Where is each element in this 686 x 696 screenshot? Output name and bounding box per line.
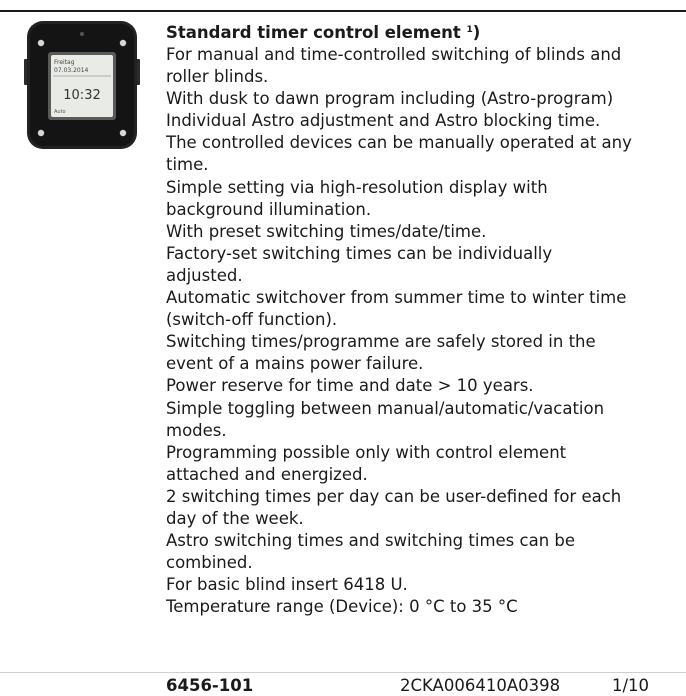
title-suffix: )	[472, 23, 481, 42]
display-mode: Auto	[54, 109, 66, 115]
display-time: 10:32	[63, 88, 100, 103]
description-line: 2 switching times per day can be user-de…	[166, 486, 622, 506]
timer-device-image: Freitag 07.03.2014 10:32 Auto	[24, 21, 140, 149]
description-line: Programming possible only with control e…	[166, 442, 567, 462]
description-line: roller blinds.	[166, 67, 269, 87]
description-line: Astro switching times and switching time…	[166, 531, 576, 551]
description-line: attached and energized.	[166, 464, 368, 484]
description-lines: For manual and time-controlled switching…	[166, 44, 666, 618]
product-title-text: Standard timer control element	[166, 23, 461, 42]
description-line: time.	[166, 155, 209, 175]
description-line: background illumination.	[166, 199, 372, 219]
order-code: 2CKA006410A0398	[400, 676, 561, 695]
description-line: Simple setting via high-resolution displ…	[166, 177, 548, 197]
description-line: Automatic switchover from summer time to…	[166, 288, 627, 308]
footer-rule	[0, 672, 686, 673]
description-line: Factory-set switching times can be indiv…	[166, 243, 553, 263]
description-line: The controlled devices can be manually o…	[166, 133, 632, 153]
screw-top-left	[37, 39, 45, 47]
product-description: Standard timer control element 1) For ma…	[166, 19, 666, 618]
description-line: Switching times/programme are safely sto…	[166, 332, 596, 352]
description-line: day of the week.	[166, 508, 304, 528]
screw-top-right	[119, 39, 127, 47]
description-line: Temperature range (Device): 0 °C to 35 °…	[166, 597, 518, 617]
description-line: With preset switching times/date/time.	[166, 221, 487, 241]
description-line: adjusted.	[166, 265, 243, 285]
description-line: With dusk to dawn program including (Ast…	[166, 89, 614, 109]
display-date: 07.03.2014	[54, 67, 89, 74]
sensor-dot	[80, 32, 84, 36]
description-line: modes.	[166, 420, 227, 440]
description-line: combined.	[166, 553, 253, 573]
screw-bottom-left	[37, 129, 45, 137]
screw-bottom-right	[119, 129, 127, 137]
article-number: 6456-101	[166, 676, 254, 695]
description-line: event of a mains power failure.	[166, 354, 424, 374]
description-line: (switch-off function).	[166, 310, 338, 330]
description-line: Individual Astro adjustment and Astro bl…	[166, 111, 601, 131]
pack-unit: 1/10	[612, 676, 650, 695]
product-title: Standard timer control element 1)	[166, 19, 666, 44]
description-line: Simple toggling between manual/automatic…	[166, 398, 605, 418]
description-line: For manual and time-controlled switching…	[166, 45, 622, 64]
display-day: Freitag	[54, 59, 75, 66]
description-line: Power reserve for time and date > 10 yea…	[166, 376, 534, 396]
top-rule	[0, 10, 686, 12]
description-line: For basic blind insert 6418 U.	[166, 575, 408, 595]
